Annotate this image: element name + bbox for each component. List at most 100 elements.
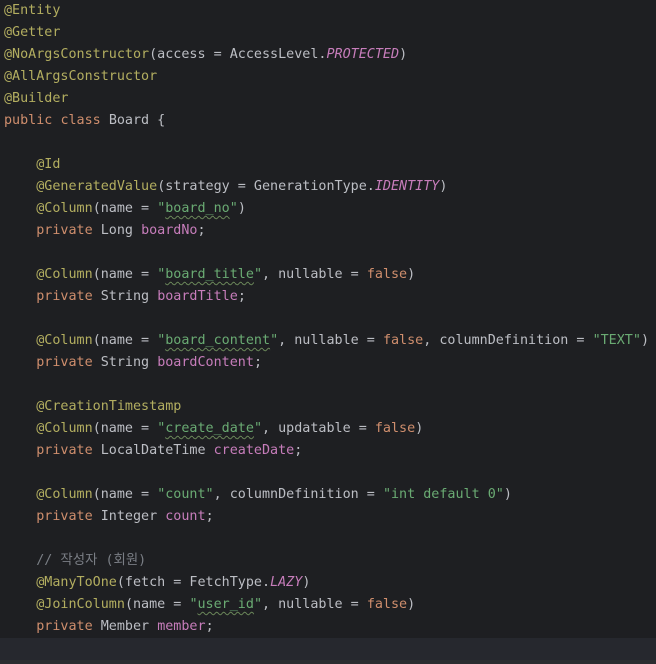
- code-token: @Entity: [4, 3, 61, 18]
- code-token: (name =: [92, 487, 158, 502]
- code-token: @Column: [4, 487, 93, 502]
- code-token: create_date: [165, 421, 254, 436]
- code-token: "int default 0": [382, 487, 504, 502]
- code-token: public: [4, 113, 61, 128]
- code-token: ;: [253, 355, 262, 370]
- code-line[interactable]: @Id: [4, 154, 60, 176]
- code-token: PROTECTED: [326, 47, 400, 62]
- code-token: ;: [205, 509, 214, 524]
- code-line[interactable]: @Column(name = "count", columnDefinition…: [4, 484, 512, 506]
- code-token: @GeneratedValue: [4, 179, 158, 194]
- code-token: @AllArgsConstructor: [4, 69, 158, 84]
- code-token: (name =: [124, 597, 190, 612]
- code-token: (name =: [92, 201, 158, 216]
- code-token: LAZY: [270, 575, 303, 590]
- code-line[interactable]: @Builder: [4, 88, 69, 110]
- code-token: false: [382, 333, 424, 348]
- code-token: private: [4, 443, 101, 458]
- code-token: @Column: [4, 421, 93, 436]
- code-token: ): [415, 421, 424, 436]
- code-token: private: [4, 289, 101, 304]
- code-token: , nullable =: [262, 267, 367, 282]
- code-token: ": [253, 267, 262, 282]
- code-token: createDate: [213, 443, 295, 458]
- code-token: false: [374, 421, 416, 436]
- code-token: member: [157, 619, 206, 634]
- code-token: ): [237, 201, 246, 216]
- code-line[interactable]: @NoArgsConstructor(access = AccessLevel.…: [4, 44, 407, 66]
- code-token: board_no: [165, 201, 230, 216]
- code-line[interactable]: @Column(name = "board_title", nullable =…: [4, 264, 415, 286]
- code-token: LocalDateTime: [100, 443, 214, 458]
- code-token: IDENTITY: [374, 179, 440, 194]
- code-token: ": [253, 597, 262, 612]
- code-line[interactable]: private String boardContent;: [4, 352, 262, 374]
- code-line[interactable]: @Getter: [4, 22, 60, 44]
- code-token: ": [270, 333, 279, 348]
- code-line[interactable]: @CreationTimestamp: [4, 396, 181, 418]
- code-line[interactable]: public class Board {: [4, 110, 165, 132]
- code-token: , nullable =: [278, 333, 383, 348]
- code-token: @CreationTimestamp: [4, 399, 182, 414]
- code-line[interactable]: private Member member;: [4, 616, 214, 638]
- editor-bottom-edge: [0, 660, 656, 664]
- code-token: ): [439, 179, 448, 194]
- code-token: // 작성자 (회원): [4, 553, 147, 568]
- code-token: false: [366, 267, 408, 282]
- code-token: ): [399, 47, 408, 62]
- code-line[interactable]: @ManyToOne(fetch = FetchType.LAZY): [4, 572, 310, 594]
- code-token: board_title: [165, 267, 254, 282]
- code-token: ): [640, 333, 649, 348]
- code-token: ": [229, 201, 238, 216]
- code-token: @Column: [4, 333, 93, 348]
- code-token: @Column: [4, 201, 93, 216]
- code-token: private: [4, 509, 101, 524]
- code-token: (name =: [92, 421, 158, 436]
- code-token: ;: [205, 619, 214, 634]
- code-token: private: [4, 223, 101, 238]
- code-token: (fetch = FetchType.: [116, 575, 271, 590]
- code-line[interactable]: private Long boardNo;: [4, 220, 206, 242]
- code-token: ): [407, 597, 416, 612]
- code-line[interactable]: @Column(name = "board_content", nullable…: [4, 330, 649, 352]
- code-token: boardContent: [157, 355, 254, 370]
- code-token: (strategy = GenerationType.: [157, 179, 375, 194]
- current-line-highlight: [0, 638, 656, 660]
- code-line[interactable]: @Column(name = "create_date", updatable …: [4, 418, 423, 440]
- code-token: ": [253, 421, 262, 436]
- code-token: , columnDefinition =: [423, 333, 593, 348]
- code-token: ;: [294, 443, 303, 458]
- code-token: Integer: [100, 509, 166, 524]
- code-editor[interactable]: @Entity @Getter @NoArgsConstructor(access …: [0, 0, 656, 664]
- code-line[interactable]: @AllArgsConstructor: [4, 66, 157, 88]
- code-token: String: [100, 289, 158, 304]
- code-token: "TEXT": [592, 333, 641, 348]
- code-token: boardNo: [141, 223, 198, 238]
- code-token: ": [189, 597, 198, 612]
- code-token: Board {: [108, 113, 166, 128]
- code-token: ;: [237, 289, 246, 304]
- code-token: private: [4, 355, 101, 370]
- code-line[interactable]: private LocalDateTime createDate;: [4, 440, 302, 462]
- code-token: user_id: [197, 597, 254, 612]
- code-token: ): [407, 267, 416, 282]
- code-token: @NoArgsConstructor: [4, 47, 150, 62]
- code-token: "count": [157, 487, 214, 502]
- code-token: ;: [197, 223, 206, 238]
- code-token: count: [165, 509, 206, 524]
- code-token: (name =: [92, 333, 158, 348]
- code-line[interactable]: @Column(name = "board_no"): [4, 198, 246, 220]
- code-token: boardTitle: [157, 289, 238, 304]
- code-line[interactable]: private String boardTitle;: [4, 286, 246, 308]
- code-line[interactable]: @JoinColumn(name = "user_id", nullable =…: [4, 594, 415, 616]
- code-token: @Getter: [4, 25, 61, 40]
- code-token: String: [100, 355, 158, 370]
- code-token: , columnDefinition =: [213, 487, 383, 502]
- code-token: ): [503, 487, 512, 502]
- code-token: board_content: [165, 333, 271, 348]
- code-token: @Id: [4, 157, 61, 172]
- code-line[interactable]: @GeneratedValue(strategy = GenerationTyp…: [4, 176, 447, 198]
- code-line[interactable]: // 작성자 (회원): [4, 550, 146, 572]
- code-line[interactable]: @Entity: [4, 0, 60, 22]
- code-line[interactable]: private Integer count;: [4, 506, 214, 528]
